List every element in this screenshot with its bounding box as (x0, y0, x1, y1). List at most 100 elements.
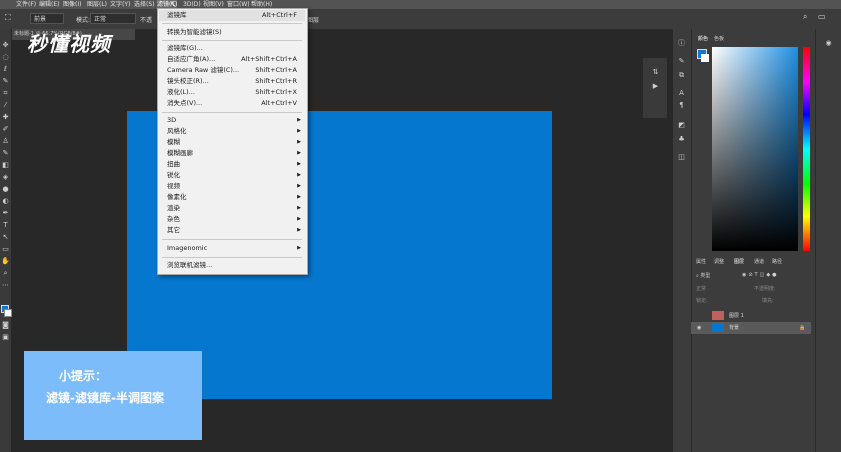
crop-tool-icon[interactable]: ⌗ (1, 89, 10, 98)
styles-icon[interactable]: ♣ (677, 135, 686, 144)
menu-item-imagenomic[interactable]: Imagenomic ▶ (159, 243, 305, 254)
fill-source-value: 前景 (34, 16, 47, 23)
menu-separator (162, 40, 302, 41)
shape-tool-icon[interactable]: ▭ (1, 245, 10, 254)
menu-item-last-filter[interactable]: 滤镜库 Alt+Ctrl+F (159, 10, 305, 21)
healing-tool-icon[interactable]: ✚ (1, 113, 10, 122)
menu-item-liquify[interactable]: 液化(L)... Shift+Ctrl+X (159, 87, 305, 98)
layer-kind-filter[interactable]: ⌕ 类型 (696, 272, 710, 279)
search-icon[interactable]: ⌕ (803, 12, 807, 22)
tab-adjustments[interactable]: 调整 (714, 258, 724, 265)
fill-source-select[interactable]: 前景 (30, 13, 64, 24)
menu-item-label: 模糊画廊 (167, 149, 193, 157)
tab-swatches[interactable]: 色板 (714, 35, 724, 42)
menu-layer[interactable]: 图层(L) (87, 0, 107, 9)
menu-item-blur[interactable]: 模糊 ▶ (159, 137, 305, 148)
text-tool-icon[interactable]: T (1, 221, 10, 230)
paragraph-icon[interactable]: ¶ (677, 101, 686, 110)
dodge-tool-icon[interactable]: ◐ (1, 197, 10, 206)
tab-properties[interactable]: 属性 (696, 258, 706, 265)
tab-color[interactable]: 颜色 (698, 35, 708, 42)
menu-item-noise[interactable]: 杂色 ▶ (159, 214, 305, 225)
background-color-swatch[interactable] (4, 309, 12, 317)
history-icon[interactable]: ⇅ (651, 68, 660, 77)
workspace-icon[interactable]: ▭ (818, 12, 826, 21)
menu-file[interactable]: 文件(F) (16, 0, 36, 9)
screen-mode-icon[interactable]: ▣ (1, 333, 10, 342)
lasso-tool-icon[interactable]: ℓ (1, 65, 10, 74)
menu-item-adaptive-wide-angle[interactable]: 自适应广角(A)... Alt+Shift+Ctrl+A (159, 54, 305, 65)
menu-separator (162, 257, 302, 258)
menu-item-pixelate[interactable]: 像素化 ▶ (159, 192, 305, 203)
menu-item-label: 滤镜库(G)... (167, 44, 203, 52)
submenu-arrow-icon: ▶ (297, 194, 301, 200)
menu-item-other[interactable]: 其它 ▶ (159, 225, 305, 236)
eraser-tool-icon[interactable]: ◧ (1, 161, 10, 170)
menu-item-label: Imagenomic (167, 244, 208, 252)
menu-item-render[interactable]: 渲染 ▶ (159, 203, 305, 214)
menu-type[interactable]: 文字(Y) (110, 0, 130, 9)
menu-item-camera-raw[interactable]: Camera Raw 滤镜(C)... Shift+Ctrl+A (159, 65, 305, 76)
hand-tool-icon[interactable]: ✋ (1, 257, 10, 266)
info-icon[interactable]: ⓘ (677, 39, 686, 48)
menu-item-vanishing-point[interactable]: 消失点(V)... Alt+Ctrl+V (159, 98, 305, 109)
menu-item-filter-gallery[interactable]: 滤镜库(G)... (159, 43, 305, 54)
more-tools-icon[interactable]: ⋯ (1, 281, 10, 290)
clone-source-icon[interactable]: ⧉ (677, 71, 686, 80)
hue-slider[interactable] (803, 47, 810, 251)
menu-item-browse-online[interactable]: 浏览联机滤镜... (159, 260, 305, 271)
paint-bucket-icon[interactable]: ⛶ (5, 13, 11, 23)
menu-item-stylize[interactable]: 风格化 ▶ (159, 126, 305, 137)
quick-mask-icon[interactable]: ◙ (1, 321, 10, 330)
menu-item-convert-smart-filter[interactable]: 转换为智能滤镜(S) (159, 27, 305, 38)
menu-separator (162, 23, 302, 24)
layer-row[interactable]: 图层 1 (691, 310, 811, 322)
blur-tool-icon[interactable]: ● (1, 185, 10, 194)
layer-filter-icons[interactable]: ◉⊘T◫◆● (742, 272, 779, 278)
stamp-tool-icon[interactable]: ♙ (1, 137, 10, 146)
eye-icon[interactable]: ◉ (697, 322, 701, 334)
submenu-arrow-icon: ▶ (297, 183, 301, 189)
character-icon[interactable]: A (677, 89, 686, 98)
actions-play-icon[interactable]: ▶ (651, 82, 660, 91)
menu-item-video[interactable]: 视频 ▶ (159, 181, 305, 192)
tools-panel: ✥ ◌ ℓ ✎ ⌗ ⁄ ✚ ✐ ♙ ✎ ◧ ◈ ● ◐ ✒ T ↖ ▭ ✋ ⌕ … (0, 29, 12, 452)
brush-settings-icon[interactable]: ✎ (677, 57, 686, 66)
history-brush-tool-icon[interactable]: ✎ (1, 149, 10, 158)
blend-mode-select[interactable]: 正常 (696, 285, 706, 292)
tab-channels[interactable]: 通道 (754, 258, 764, 265)
move-tool-icon[interactable]: ✥ (1, 41, 10, 50)
menu-edit[interactable]: 编辑(E) (39, 0, 59, 9)
menu-item-blur-gallery[interactable]: 模糊画廊 ▶ (159, 148, 305, 159)
menu-item-lens-correction[interactable]: 镜头校正(R)... Shift+Ctrl+R (159, 76, 305, 87)
menu-item-distort[interactable]: 扭曲 ▶ (159, 159, 305, 170)
menu-item-shortcut: Shift+Ctrl+R (255, 77, 297, 85)
menu-image[interactable]: 图像(I) (63, 0, 81, 9)
mode-select[interactable]: 正常 (90, 13, 136, 24)
zoom-tool-icon[interactable]: ⌕ (1, 269, 10, 278)
quick-select-tool-icon[interactable]: ✎ (1, 77, 10, 86)
menu-item-label: 浏览联机滤镜... (167, 261, 213, 269)
bucket-tool-icon[interactable]: ◈ (1, 173, 10, 182)
layer-row-selected[interactable]: ◉ 背景 🔒 (691, 322, 811, 334)
brush-tool-icon[interactable]: ✐ (1, 125, 10, 134)
color-picker-field[interactable] (712, 47, 798, 251)
menu-item-sharpen[interactable]: 锐化 ▶ (159, 170, 305, 181)
menu-select[interactable]: 选择(S) (134, 0, 155, 9)
menu-item-label: 自适应广角(A)... (167, 55, 216, 63)
path-select-tool-icon[interactable]: ↖ (1, 233, 10, 242)
marquee-tool-icon[interactable]: ◌ (1, 53, 10, 62)
eyedropper-tool-icon[interactable]: ⁄ (1, 101, 10, 110)
panel-background-swatch[interactable] (701, 54, 709, 62)
adjust-icon[interactable]: ◩ (677, 121, 686, 130)
tab-layers[interactable]: 图层 (734, 258, 744, 265)
menu-item-shortcut: Alt+Ctrl+V (261, 99, 297, 107)
menu-item-3d[interactable]: 3D ▶ (159, 115, 305, 126)
tab-paths[interactable]: 路径 (772, 258, 782, 265)
eye-icon[interactable]: ◉ (824, 39, 833, 48)
lock-icon: 🔒 (799, 325, 806, 331)
3d-icon[interactable]: ◫ (677, 153, 686, 162)
menu-item-label: 液化(L)... (167, 88, 195, 96)
pen-tool-icon[interactable]: ✒ (1, 209, 10, 218)
menu-item-label: 像素化 (167, 193, 187, 201)
